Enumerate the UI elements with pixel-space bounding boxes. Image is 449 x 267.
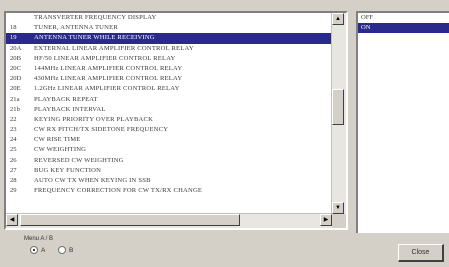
menu-item-number: 20A [10, 44, 22, 52]
scroll-down-button[interactable]: ▼ [332, 202, 344, 214]
menu-item-label: CW RX PITCH/TX SIDETONE FREQUENCY [34, 126, 169, 134]
vertical-scrollbar[interactable]: ▲ ▼ [331, 13, 346, 214]
menu-item[interactable]: TRANSVERTER FREQUENCY DISPLAY [6, 13, 332, 23]
menu-item-number [10, 13, 34, 23]
menu-item[interactable]: 21b PLAYBACK INTERVAL [6, 105, 332, 115]
vertical-scroll-thumb[interactable] [332, 89, 344, 125]
menu-item[interactable]: 25 CW WEIGHTING [6, 145, 332, 155]
menu-item[interactable]: 18 TUNER, ANTENNA TUNER [6, 23, 332, 33]
menu-item[interactable]: 21a PLAYBACK REPEAT [6, 95, 332, 105]
value-option[interactable]: OFF [358, 13, 449, 23]
menu-item-label: TUNER, ANTENNA TUNER [34, 24, 118, 32]
menu-item-number: 28 [10, 177, 17, 184]
menu-item-number: 26 [10, 156, 17, 164]
menu-item[interactable]: 23 CW RX PITCH/TX SIDETONE FREQUENCY [6, 125, 332, 135]
horizontal-scrollbar[interactable]: ◀ ▶ [6, 213, 332, 228]
menu-item[interactable]: 22 KEYING PRIORITY OVER PLAYBACK [6, 115, 332, 125]
menu-item-label: PLAYBACK REPEAT [34, 95, 98, 103]
menu-ab-group-label: Menu A / B [24, 236, 54, 242]
menu-item-label: CW WEIGHTING [34, 146, 87, 154]
menu-item-label: 144MHz LINEAR AMPLIFIER CONTROL RELAY [34, 64, 183, 72]
scroll-left-button[interactable]: ◀ [6, 214, 18, 226]
menu-item-label: CW RISE TIME [34, 136, 81, 144]
value-list[interactable]: OFF ON [356, 11, 449, 233]
radio-a-label: A [41, 246, 46, 254]
radio-menu-a[interactable]: A [30, 246, 45, 254]
radio-b-indicator[interactable] [58, 246, 66, 254]
menu-item-number: 19 [10, 34, 17, 42]
menu-list[interactable]: TRANSVERTER FREQUENCY DISPLAY 18 TUNER, AN… [4, 11, 348, 230]
menu-item-label: HF/50 LINEAR AMPLIFIER CONTROL RELAY [34, 54, 176, 62]
radio-menu-b[interactable]: B [58, 246, 73, 254]
menu-item[interactable]: 24 CW RISE TIME [6, 135, 332, 145]
menu-item-label: PLAYBACK INTERVAL [34, 105, 106, 113]
radio-a-indicator[interactable] [30, 246, 38, 254]
menu-rows: TRANSVERTER FREQUENCY DISPLAY 18 TUNER, AN… [6, 13, 332, 214]
menu-item[interactable]: 29 FREQUENCY CORRECTION FOR CW TX/RX CHAN… [6, 186, 332, 196]
menu-item-label: FREQUENCY CORRECTION FOR CW TX/RX CHANGE [34, 187, 203, 195]
menu-item-label: REVERSED CW WEIGHTING [34, 156, 124, 164]
menu-item-label: KEYING PRIORITY OVER PLAYBACK [34, 115, 154, 123]
menu-item-label: AUTO CW TX WHEN KEYING IN SSB [34, 177, 151, 184]
value-option[interactable]: ON [358, 23, 449, 33]
menu-item-label: 1.2GHz LINEAR AMPLIFIER CONTROL RELAY [34, 85, 180, 93]
menu-item-number: 24 [10, 136, 17, 144]
menu-item-number: 21a [10, 95, 20, 103]
close-button[interactable]: Close [398, 244, 444, 262]
menu-item-number: 20B [10, 54, 21, 62]
scrollbar-corner [332, 214, 346, 228]
menu-settings-window: TRANSVERTER FREQUENCY DISPLAY 18 TUNER, AN… [0, 0, 449, 267]
menu-item[interactable]: 20B HF/50 LINEAR AMPLIFIER CONTROL RELAY [6, 54, 332, 64]
menu-item-label: ANTENNA TUNER WHILE RECEIVING [34, 34, 155, 42]
menu-item-number: 23 [10, 126, 17, 134]
menu-item-label: EXTERNAL LINEAR AMPLIFIER CONTROL RELAY [34, 44, 194, 52]
menu-item-number: 25 [10, 146, 17, 154]
menu-item-number: 27 [10, 166, 17, 174]
menu-item-number: 20E [10, 85, 21, 93]
menu-item[interactable]: 28 AUTO CW TX WHEN KEYING IN SSB [6, 176, 332, 186]
menu-item[interactable]: 26 REVERSED CW WEIGHTING [6, 156, 332, 166]
scroll-right-button[interactable]: ▶ [320, 214, 332, 226]
menu-item-number: 20C [10, 64, 21, 72]
menu-item-number: 21b [10, 105, 20, 113]
menu-item[interactable]: 20E 1.2GHz LINEAR AMPLIFIER CONTROL RELAY [6, 84, 332, 94]
menu-item[interactable]: 20D 430MHz LINEAR AMPLIFIER CONTROL RELAY [6, 74, 332, 84]
horizontal-scroll-thumb[interactable] [20, 214, 240, 226]
menu-item-label: TRANSVERTER FREQUENCY DISPLAY [34, 14, 157, 21]
menu-item[interactable]: 27 BUG KEY FUNCTION [6, 166, 332, 176]
scroll-up-button[interactable]: ▲ [332, 13, 344, 25]
menu-item-number: 20D [10, 75, 22, 83]
menu-item-label: BUG KEY FUNCTION [34, 166, 102, 174]
menu-item-number: 22 [10, 115, 17, 123]
menu-item-label: 430MHz LINEAR AMPLIFIER CONTROL RELAY [34, 75, 183, 83]
menu-item-number: 29 [10, 187, 17, 195]
radio-b-label: B [69, 246, 74, 254]
menu-item[interactable]: 20A EXTERNAL LINEAR AMPLIFIER CONTROL REL… [6, 44, 332, 54]
menu-item-number: 18 [10, 24, 17, 32]
menu-item[interactable]: 19 ANTENNA TUNER WHILE RECEIVING [6, 33, 332, 44]
menu-item[interactable]: 20C 144MHz LINEAR AMPLIFIER CONTROL RELAY [6, 64, 332, 74]
